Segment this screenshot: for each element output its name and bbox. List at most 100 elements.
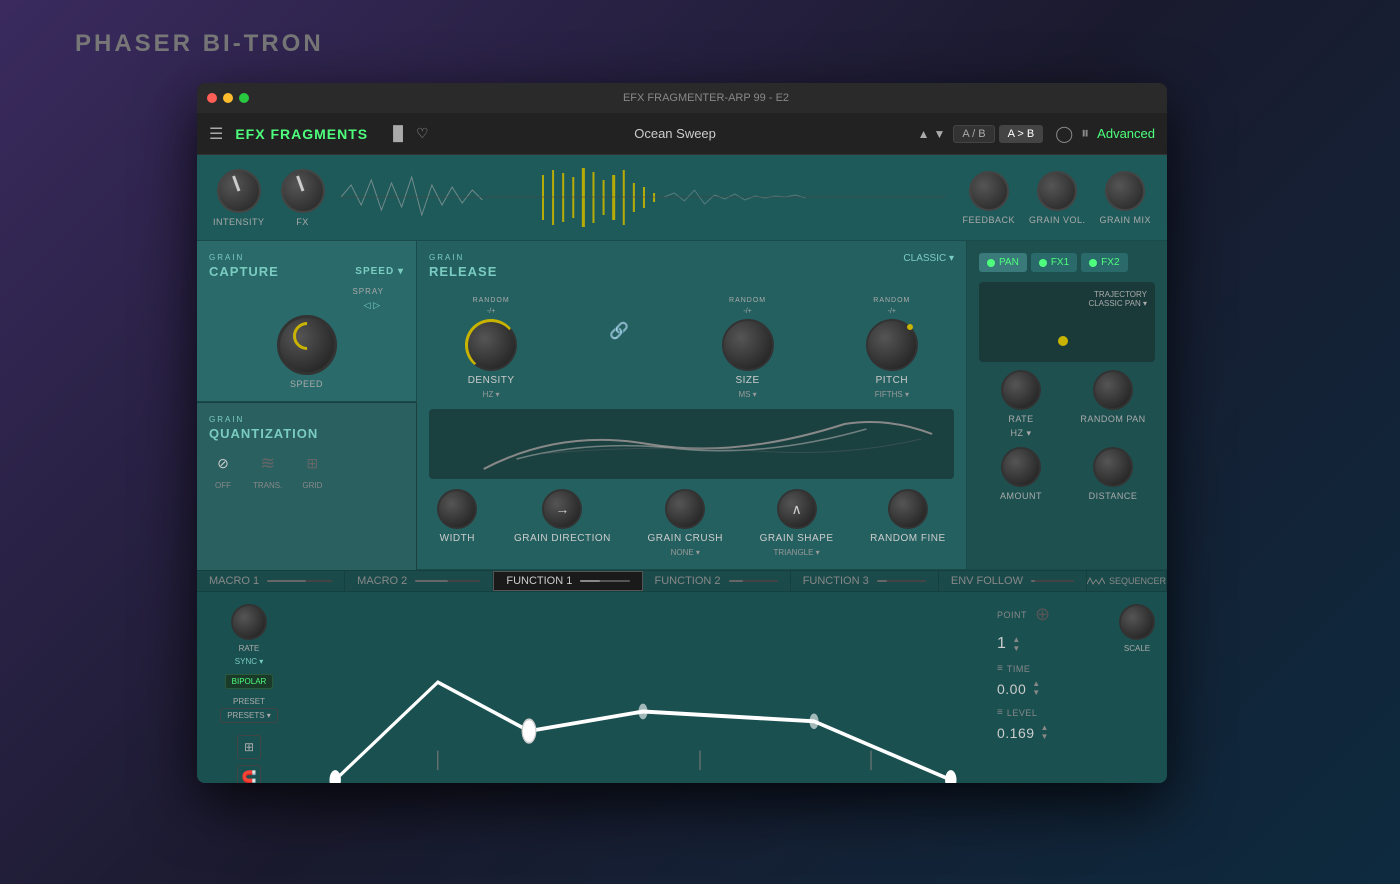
ab-copy-button[interactable]: A > B [999, 125, 1044, 143]
preset-name: Ocean Sweep [441, 126, 910, 141]
pan-tab[interactable]: PAN [979, 253, 1027, 272]
heart-icon[interactable]: ♡ [416, 125, 429, 142]
grain-vol-label: GRAIN VOL. [1029, 215, 1086, 225]
function1-slider-fill [580, 580, 600, 582]
random-pan-knob[interactable] [1093, 370, 1133, 410]
env-follow-button[interactable]: ENV FOLLOW [939, 571, 1087, 591]
distance-knob[interactable] [1093, 447, 1133, 487]
menu-icon[interactable]: ☰ [209, 124, 223, 144]
grain-crush-unit[interactable]: NONE ▾ [671, 548, 700, 557]
level-up-spinner[interactable]: ▲ [1041, 724, 1049, 732]
density-random-label: RANDOM [473, 297, 510, 304]
rate-knob[interactable] [1001, 370, 1041, 410]
quant-off-button[interactable]: ⊘ OFF [209, 449, 237, 490]
point-spinners: ▲ ▼ [1012, 636, 1020, 653]
env-rate-label: RATE [239, 644, 260, 653]
quant-grid-button[interactable]: ⊞ GRID [298, 449, 326, 490]
point-up-spinner[interactable]: ▲ [1012, 636, 1020, 644]
density-knob[interactable] [465, 319, 517, 371]
traffic-light-red[interactable] [207, 93, 217, 103]
grain-mix-knob[interactable] [1105, 171, 1145, 211]
quant-trans-button[interactable]: ≋ TRANS. [253, 449, 282, 490]
magnet-env-icon[interactable]: 🧲 [237, 765, 261, 783]
env-follow-slider[interactable] [1031, 580, 1074, 582]
header-icons: ▐▌ ♡ [388, 125, 428, 142]
grain-shape-display [429, 409, 954, 479]
width-knob-container: WIDTH [437, 489, 477, 544]
size-knob[interactable] [722, 319, 774, 371]
presets-dropdown[interactable]: PRESETS ▾ [220, 708, 278, 723]
fx-knob[interactable] [281, 169, 325, 213]
speed-knob[interactable] [277, 315, 337, 375]
traffic-light-green[interactable] [239, 93, 249, 103]
pan-tab-label: PAN [999, 257, 1019, 268]
speed-section: SPRAY ◁ ▷ SPEED [209, 287, 404, 389]
power-icon[interactable]: ◯ [1055, 124, 1073, 144]
level-down-spinner[interactable]: ▼ [1041, 733, 1049, 741]
random-fine-knob[interactable] [888, 489, 928, 529]
speed-dropdown[interactable]: SPEED ▾ [355, 266, 404, 277]
grid-icon: ⊞ [298, 449, 326, 477]
pan-power-indicator [987, 259, 995, 267]
fx2-tab[interactable]: FX2 [1081, 253, 1127, 272]
header-right: ◯ ⏸ Advanced [1055, 124, 1155, 144]
size-unit[interactable]: MS ▾ [738, 390, 756, 399]
next-preset-arrow[interactable]: ▼ [934, 127, 946, 141]
density-unit[interactable]: HZ ▾ [483, 390, 500, 399]
grain-vol-knob-container: GRAIN VOL. [1029, 171, 1086, 225]
random-pan-knob-container: RANDOM PAN [1071, 370, 1155, 439]
pitch-knob[interactable] [866, 319, 918, 371]
grain-vol-knob[interactable] [1037, 171, 1077, 211]
grain-crush-knob[interactable] [665, 489, 705, 529]
amount-knob[interactable] [1001, 447, 1041, 487]
sequencer-button[interactable]: SEQUENCER [1087, 571, 1167, 591]
macro2-button[interactable]: MACRO 2 [345, 571, 493, 591]
function2-slider[interactable] [729, 580, 778, 582]
rate-unit[interactable]: HZ ▾ [1010, 428, 1031, 439]
fx1-tab[interactable]: FX1 [1031, 253, 1077, 272]
function3-button[interactable]: FUNCTION 3 [791, 571, 939, 591]
grain-direction-knob[interactable]: → [542, 489, 582, 529]
bars-icon[interactable]: ⏸ [1081, 125, 1089, 143]
traffic-light-yellow[interactable] [223, 93, 233, 103]
bg-instrument-title: PHASER BI-TRON [75, 30, 324, 58]
fx2-power-indicator [1089, 259, 1097, 267]
env-rate-knob[interactable] [231, 604, 267, 640]
env-follow-label: ENV FOLLOW [951, 575, 1023, 587]
pitch-unit[interactable]: FIFTHS ▾ [875, 390, 909, 399]
intensity-knob[interactable] [217, 169, 261, 213]
target-icon: ⊕ [1035, 604, 1050, 625]
advanced-button[interactable]: Advanced [1097, 126, 1155, 141]
time-icon: ≡ [997, 663, 1003, 674]
ab-compare-button[interactable]: A / B [953, 125, 994, 143]
macro2-slider[interactable] [415, 580, 480, 582]
function2-button[interactable]: FUNCTION 2 [643, 571, 791, 591]
macro1-slider[interactable] [267, 580, 332, 582]
library-icon[interactable]: ▐▌ [388, 125, 408, 142]
feedback-knob[interactable] [969, 171, 1009, 211]
release-mode-dropdown[interactable]: CLASSIC ▾ [903, 253, 954, 287]
bipolar-button[interactable]: BIPOLAR [225, 674, 274, 689]
macro1-label: MACRO 1 [209, 575, 259, 587]
function1-button[interactable]: FUNCTION 1 [493, 571, 642, 591]
function1-slider[interactable] [580, 580, 629, 582]
grain-shape-unit[interactable]: TRIANGLE ▾ [773, 548, 819, 557]
time-down-spinner[interactable]: ▼ [1032, 689, 1040, 697]
function1-label: FUNCTION 1 [506, 575, 572, 587]
scale-knob[interactable] [1119, 604, 1155, 640]
time-up-spinner[interactable]: ▲ [1032, 680, 1040, 688]
function3-slider[interactable] [877, 580, 926, 582]
macro1-button[interactable]: MACRO 1 [197, 571, 345, 591]
grain-shape-knob[interactable]: ∧ [777, 489, 817, 529]
env-rate-unit[interactable]: SYNC ▾ [235, 657, 263, 666]
prev-preset-arrow[interactable]: ▲ [918, 127, 930, 141]
link-icon[interactable]: 🔗 [609, 321, 629, 341]
trans-icon: ≋ [254, 449, 282, 477]
density-knob-container: RANDOM -/+ DENSITY HZ ▾ [465, 297, 517, 399]
width-knob[interactable] [437, 489, 477, 529]
envelope-controls: RATE SYNC ▾ BIPOLAR PRESET PRESETS ▾ ⊞ 🧲… [209, 604, 289, 783]
point-down-spinner[interactable]: ▼ [1012, 645, 1020, 653]
speed-label: SPEED [290, 379, 323, 389]
grid-env-icon[interactable]: ⊞ [237, 735, 261, 759]
time-label: TIME [1007, 664, 1031, 674]
